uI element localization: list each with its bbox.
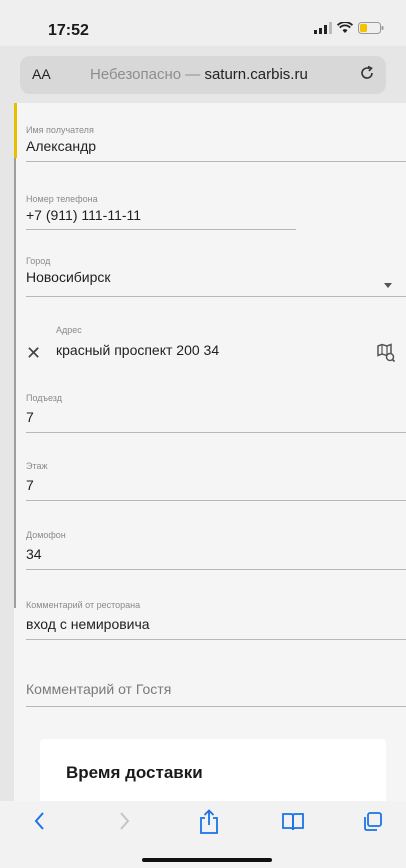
- map-pin-icon[interactable]: [377, 343, 396, 368]
- intercom-value[interactable]: 34: [26, 546, 42, 562]
- recipient-name-value[interactable]: Александр: [26, 138, 96, 154]
- status-bar: 17:52: [0, 0, 406, 46]
- field-underline: [26, 500, 406, 501]
- clear-icon[interactable]: ✕: [26, 343, 41, 364]
- field-underline: [26, 639, 406, 640]
- guest-comment-input[interactable]: Комментарий от Гостя: [26, 681, 171, 697]
- restaurant-comment-value[interactable]: вход с немировича: [26, 616, 150, 632]
- floor-field[interactable]: Этаж 7: [26, 461, 406, 501]
- city-select[interactable]: Город Новосибирск: [26, 256, 406, 298]
- browser-toolbar: [0, 801, 406, 868]
- reload-icon[interactable]: [358, 64, 376, 86]
- url-text[interactable]: Небезопасно — saturn.carbis.ru: [90, 66, 350, 83]
- bookmarks-icon[interactable]: [281, 809, 305, 838]
- entrance-label: Подъезд: [26, 393, 62, 403]
- side-divider: [14, 158, 16, 608]
- page-content: Имя получателя Александр Номер телефона …: [14, 103, 406, 801]
- field-underline: [26, 296, 406, 297]
- address-label: Адрес: [56, 325, 82, 335]
- chevron-down-icon[interactable]: [384, 283, 392, 288]
- intercom-label: Домофон: [26, 530, 66, 540]
- home-indicator: [142, 858, 272, 862]
- delivery-time-title: Время доставки: [66, 763, 203, 782]
- field-underline: [26, 569, 406, 570]
- floor-label: Этаж: [26, 461, 48, 471]
- address-value[interactable]: красный проспект 200 34: [56, 342, 219, 358]
- phone-field[interactable]: Номер телефона +7 (911) 111-11-11: [26, 194, 296, 232]
- intercom-field[interactable]: Домофон 34: [26, 530, 406, 570]
- phone-value[interactable]: +7 (911) 111-11-11: [26, 207, 141, 223]
- field-underline: [26, 229, 296, 230]
- active-field-indicator: [14, 103, 17, 158]
- reader-settings-button[interactable]: AA: [32, 66, 51, 82]
- back-icon[interactable]: [30, 809, 50, 838]
- field-underline: [26, 706, 406, 707]
- field-underline: [26, 432, 406, 433]
- entrance-value[interactable]: 7: [26, 409, 34, 425]
- status-time: 17:52: [48, 22, 89, 39]
- entrance-field[interactable]: Подъезд 7: [26, 393, 406, 433]
- system-icons: [314, 22, 384, 34]
- restaurant-comment-field[interactable]: Комментарий от ресторана вход с немирови…: [26, 600, 406, 640]
- phone-label: Номер телефона: [26, 194, 98, 204]
- insecure-warning: Небезопасно —: [90, 66, 201, 83]
- wifi-icon: [337, 22, 353, 34]
- field-underline: [26, 161, 406, 162]
- city-value[interactable]: Новосибирск: [26, 269, 111, 285]
- signal-icon: [314, 22, 332, 34]
- tabs-icon[interactable]: [362, 809, 384, 838]
- restaurant-comment-label: Комментарий от ресторана: [26, 600, 141, 610]
- battery-icon: [358, 22, 384, 34]
- address-field[interactable]: Адрес красный проспект 200 34: [56, 325, 386, 365]
- recipient-name-label: Имя получателя: [26, 125, 94, 135]
- city-label: Город: [26, 256, 51, 266]
- share-icon[interactable]: [198, 809, 220, 840]
- floor-value[interactable]: 7: [26, 477, 34, 493]
- address-bar[interactable]: AA Небезопасно — saturn.carbis.ru: [20, 56, 386, 94]
- recipient-name-field[interactable]: Имя получателя Александр: [26, 125, 406, 163]
- forward-icon[interactable]: [114, 809, 134, 838]
- delivery-time-card: Время доставки: [40, 739, 386, 801]
- url-domain: saturn.carbis.ru: [204, 66, 308, 83]
